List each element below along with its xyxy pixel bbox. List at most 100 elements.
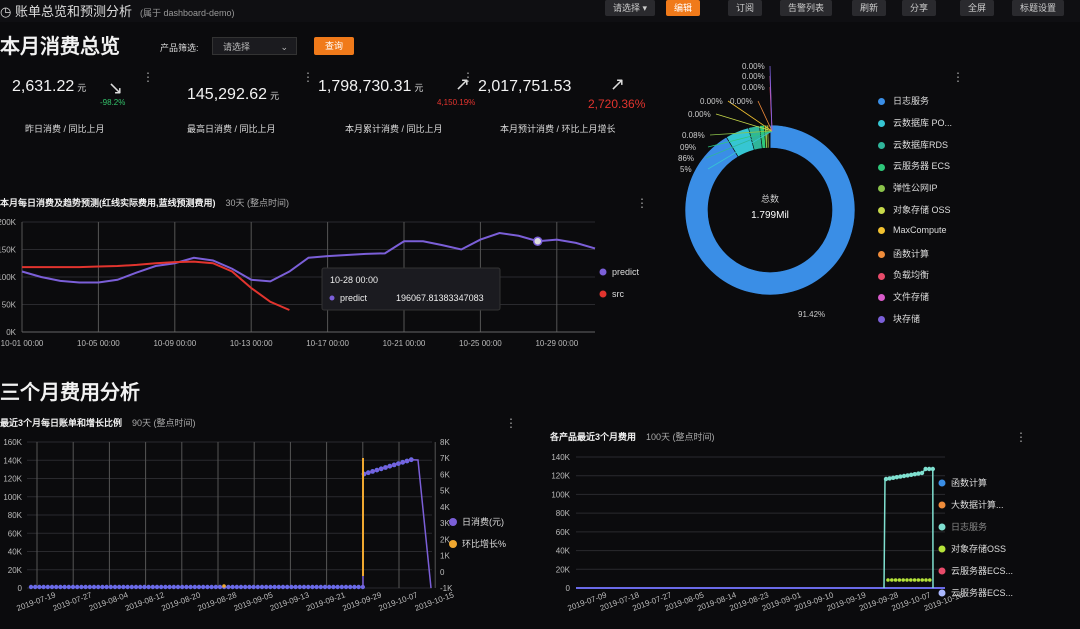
legend-label: 日志服务 bbox=[951, 521, 987, 532]
refresh-button[interactable]: 刷新 bbox=[852, 0, 887, 16]
legend-item[interactable]: 函数计算 bbox=[878, 247, 929, 260]
y-tick-label: 200K bbox=[0, 218, 17, 227]
data-point bbox=[912, 578, 917, 582]
arrow-up-right-icon: ↗ bbox=[610, 74, 626, 94]
data-point bbox=[129, 584, 134, 590]
chart4-menu-icon[interactable]: ⋮ bbox=[1015, 430, 1027, 444]
share-button[interactable]: 分享 bbox=[902, 0, 937, 16]
data-point bbox=[264, 584, 269, 590]
product-cost-chart-title-text: 各产品最近3个月费用 bbox=[550, 432, 637, 442]
data-point bbox=[104, 584, 109, 590]
data-point bbox=[180, 584, 185, 590]
kpi-value: 2,631.22 元 bbox=[12, 78, 87, 95]
legend-label: MaxCompute bbox=[893, 224, 947, 235]
legend-item[interactable]: 块存储 bbox=[878, 312, 920, 325]
data-point bbox=[238, 584, 244, 590]
data-point bbox=[196, 584, 202, 590]
y2-tick-label: 7K bbox=[440, 454, 450, 463]
data-point bbox=[886, 578, 890, 582]
legend-item[interactable]: 对象存储 OSS bbox=[878, 203, 951, 216]
alert-list-button[interactable]: 告警列表 bbox=[780, 0, 833, 16]
data-point bbox=[226, 584, 231, 590]
legend-marker bbox=[938, 523, 946, 531]
y-tick-label: 120K bbox=[551, 472, 570, 481]
select-dropdown[interactable]: 请选择 ▾ bbox=[605, 0, 656, 16]
x-tick-label: 10-21 00:00 bbox=[383, 339, 426, 348]
data-point bbox=[251, 584, 256, 590]
x-tick-label: 10-09 00:00 bbox=[153, 339, 196, 348]
legend-label: 日志服务 bbox=[893, 96, 930, 106]
kpi-menu-icon-2[interactable]: ⋮ bbox=[302, 70, 314, 84]
data-point bbox=[301, 584, 307, 590]
fullscreen-button[interactable]: 全屏 bbox=[960, 0, 995, 16]
data-point bbox=[314, 584, 319, 590]
legend-label: 函数计算 bbox=[893, 248, 930, 259]
legend-item[interactable]: 云服务器 ECS bbox=[878, 159, 950, 172]
data-point bbox=[209, 584, 214, 590]
kpi-label: 最高日消费 / 同比上月 bbox=[187, 124, 276, 134]
legend-label: 文件存储 bbox=[893, 292, 930, 303]
y-tick-label: 140K bbox=[3, 456, 22, 465]
highlight-point bbox=[532, 236, 543, 246]
legend-item[interactable]: 负载均衡 bbox=[878, 268, 929, 281]
y-tick-label: 60K bbox=[556, 528, 571, 537]
data-point bbox=[243, 584, 248, 590]
legend-label: 云服务器 ECS bbox=[893, 161, 951, 172]
legend-label: 对象存储 OSS bbox=[893, 205, 951, 215]
legend-item[interactable]: 弹性公网IP bbox=[878, 181, 938, 194]
legend-item[interactable]: MaxCompute bbox=[878, 225, 947, 235]
product-filter-select[interactable]: 请选择 ⌄ bbox=[212, 37, 297, 55]
legend-item[interactable]: 云数据库 PO... bbox=[878, 116, 952, 129]
product-filter-label: 产品筛选: bbox=[160, 43, 199, 53]
y-tick-label: 0K bbox=[6, 328, 16, 337]
x-tick-label: 2019-10-07 bbox=[377, 590, 419, 613]
series-line-src bbox=[22, 260, 290, 311]
y-tick-label: 80K bbox=[8, 511, 23, 520]
legend-item[interactable]: 云数据库RDS bbox=[878, 138, 948, 151]
kpi-value: 1,798,730.31 元 bbox=[318, 78, 424, 95]
legend-label: 大数据计算... bbox=[951, 499, 1004, 510]
legend-marker bbox=[878, 141, 885, 149]
edit-button[interactable]: 编辑 bbox=[666, 0, 701, 16]
y-tick-label: 60K bbox=[8, 529, 23, 538]
chart3-menu-icon[interactable]: ⋮ bbox=[505, 416, 517, 430]
slice-label: 0.00% bbox=[742, 83, 765, 92]
pie-menu-icon[interactable]: ⋮ bbox=[952, 70, 964, 84]
y-tick-label: 20K bbox=[8, 566, 23, 575]
y-tick-label: 0 bbox=[566, 584, 571, 593]
data-point bbox=[259, 584, 265, 590]
x-tick-label: 10-25 00:00 bbox=[459, 339, 502, 348]
data-point bbox=[108, 584, 114, 590]
kpi-label: 昨日消费 / 同比上月 bbox=[25, 124, 105, 134]
data-point bbox=[268, 584, 273, 590]
legend-item[interactable]: 文件存储 bbox=[878, 290, 929, 303]
y2-tick-label: 5K bbox=[440, 487, 450, 496]
data-point bbox=[897, 578, 902, 582]
data-point bbox=[133, 584, 139, 590]
legend-label: src bbox=[612, 289, 624, 299]
legend-item[interactable]: 日志服务 bbox=[878, 94, 929, 107]
data-point bbox=[356, 584, 361, 590]
slice-label: 0.00% bbox=[700, 97, 723, 106]
data-point bbox=[306, 584, 311, 590]
x-tick-label: 2019-09-05 bbox=[233, 590, 275, 613]
slice-label: 0.00% bbox=[730, 97, 753, 106]
title-settings-button[interactable]: 标题设置 bbox=[1012, 0, 1065, 16]
subscribe-button[interactable]: 订阅 bbox=[728, 0, 763, 16]
x-tick-label: 10-17 00:00 bbox=[306, 339, 349, 348]
data-point bbox=[138, 584, 143, 590]
daily-chart-title: 本月每日消费及趋势预测(红线实际费用,蓝线预测费用) 30天 (整点时间) bbox=[0, 196, 289, 209]
legend-marker bbox=[878, 98, 885, 106]
data-point bbox=[45, 584, 50, 590]
data-point bbox=[280, 584, 286, 590]
kpi-label: 本月累计消费 / 同比上月 bbox=[345, 124, 443, 134]
data-point bbox=[293, 584, 298, 590]
query-button[interactable]: 查询 bbox=[314, 37, 354, 55]
x-tick-label: 10-05 00:00 bbox=[77, 339, 120, 348]
legend-marker bbox=[938, 545, 946, 553]
kpi-menu-icon-1[interactable]: ⋮ bbox=[142, 70, 154, 84]
y-tick-label: 0 bbox=[18, 584, 23, 593]
kpi-menu-icon-3[interactable]: ⋮ bbox=[462, 70, 474, 84]
donut-center-value: 1.799Mil bbox=[751, 210, 789, 221]
data-point bbox=[201, 584, 206, 590]
